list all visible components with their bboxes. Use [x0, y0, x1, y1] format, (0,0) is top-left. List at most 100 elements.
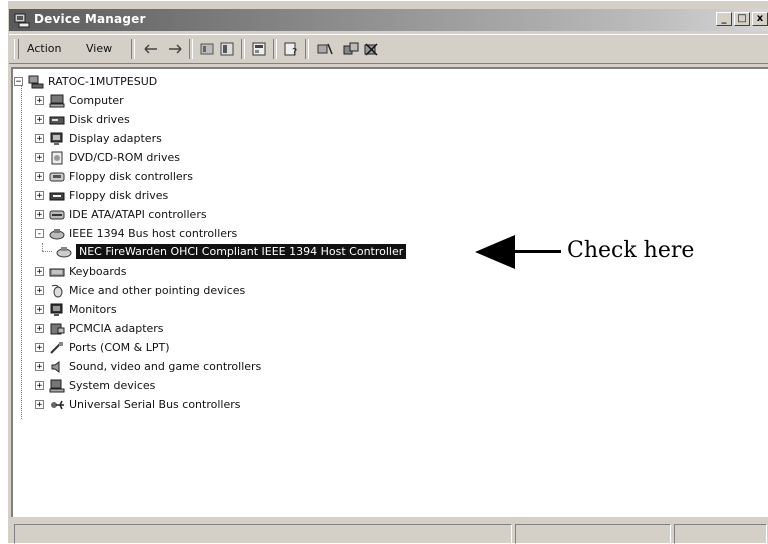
- tree-item-label: Monitors: [69, 303, 117, 316]
- tree-item-ide-controllers[interactable]: + IDE ATA/ATAPI controllers: [35, 205, 207, 224]
- toolbar-separator: [241, 39, 245, 59]
- port-icon: [50, 341, 63, 354]
- tree-item-computer[interactable]: + Computer: [35, 91, 124, 110]
- tree-item-label: PCMCIA adapters: [69, 322, 164, 335]
- scan-hardware-icon[interactable]: [317, 41, 333, 57]
- tree-item-system-devices[interactable]: + System devices: [35, 376, 155, 395]
- expand-expander[interactable]: +: [35, 324, 44, 334]
- tree-connector: [42, 251, 52, 252]
- toolbar-separator: [305, 39, 309, 59]
- expand-expander[interactable]: +: [35, 305, 44, 315]
- expand-expander[interactable]: +: [35, 191, 44, 201]
- tree-item-disk-drives[interactable]: + Disk drives: [35, 110, 130, 129]
- tree-item-keyboards[interactable]: + Keyboards: [35, 262, 126, 281]
- expand-expander[interactable]: +: [35, 96, 44, 106]
- device-tree[interactable]: − RATOC-1MUTPESUD + Computer + Disk driv…: [11, 67, 768, 517]
- expand-expander[interactable]: +: [35, 210, 44, 220]
- tree-item-pcmcia-adapters[interactable]: + PCMCIA adapters: [35, 319, 164, 338]
- show-hide-tree-icon[interactable]: [219, 41, 235, 57]
- status-panel-main: [14, 524, 512, 544]
- tree-root-label: RATOC-1MUTPESUD: [48, 75, 158, 88]
- computer-icon: [49, 94, 65, 107]
- tree-item-label: Mice and other pointing devices: [69, 284, 246, 297]
- cdrom-icon: [51, 151, 63, 164]
- toolbar-separator: [131, 39, 135, 59]
- keyboard-icon: [49, 268, 65, 276]
- help-icon[interactable]: ?: [283, 41, 299, 57]
- expand-expander[interactable]: +: [35, 343, 44, 353]
- floppy-drive-icon: [49, 192, 65, 200]
- menu-action[interactable]: Action: [27, 42, 61, 55]
- ieee1394-device-icon: [56, 246, 72, 257]
- expand-expander[interactable]: +: [35, 381, 44, 391]
- monitor-icon: [50, 303, 63, 316]
- tree-item-label: Floppy disk controllers: [69, 170, 193, 183]
- minimize-button[interactable]: _: [716, 12, 732, 26]
- tree-item-monitors[interactable]: + Monitors: [35, 300, 117, 319]
- expand-expander[interactable]: +: [35, 400, 44, 410]
- expand-expander[interactable]: +: [35, 153, 44, 163]
- tree-item-label: Keyboards: [69, 265, 127, 278]
- tree-item-mice[interactable]: + Mice and other pointing devices: [35, 281, 245, 300]
- tree-item-ports[interactable]: + Ports (COM & LPT): [35, 338, 170, 357]
- ieee1394-icon: [49, 228, 65, 239]
- collapse-expander[interactable]: -: [35, 229, 44, 239]
- tree-item-nec-firewarden-controller[interactable]: NEC FireWarden OHCI Compliant IEEE 1394 …: [56, 242, 407, 261]
- selected-device-label: NEC FireWarden OHCI Compliant IEEE 1394 …: [76, 244, 407, 259]
- properties-icon[interactable]: [251, 41, 267, 57]
- back-arrow-icon[interactable]: [143, 41, 159, 57]
- status-panel-middle: [515, 524, 671, 544]
- toolbar-separator: [273, 39, 277, 59]
- uninstall-icon[interactable]: [363, 41, 379, 57]
- toolbar-grip[interactable]: [14, 39, 19, 59]
- tree-item-display-adapters[interactable]: + Display adapters: [35, 129, 162, 148]
- tree-item-label: Floppy disk drives: [69, 189, 169, 202]
- mouse-icon: [51, 284, 63, 297]
- device-manager-app-icon: [14, 13, 30, 28]
- collapse-expander[interactable]: −: [14, 77, 23, 87]
- tree-item-dvd-cdrom-drives[interactable]: + DVD/CD-ROM drives: [35, 148, 180, 167]
- tree-item-sound-video-game[interactable]: + Sound, video and game controllers: [35, 357, 261, 376]
- sound-icon: [51, 360, 60, 373]
- update-driver-icon[interactable]: [343, 41, 359, 57]
- status-panel-right: [674, 524, 767, 544]
- title-bar[interactable]: Device Manager _ □ x: [9, 9, 768, 31]
- tree-item-label: DVD/CD-ROM drives: [69, 151, 180, 164]
- tree-item-label: Universal Serial Bus controllers: [69, 398, 241, 411]
- toolbar-separator: [189, 39, 193, 59]
- tree-item-floppy-disk-drives[interactable]: + Floppy disk drives: [35, 186, 168, 205]
- usb-icon: [51, 400, 64, 409]
- tree-item-label: System devices: [69, 379, 156, 392]
- tree-item-label: Ports (COM & LPT): [69, 341, 170, 354]
- tree-connector: [42, 243, 43, 251]
- up-folder-icon[interactable]: [199, 41, 215, 57]
- tree-item-label: Computer: [69, 94, 124, 107]
- tree-item-label: Sound, video and game controllers: [69, 360, 262, 373]
- tree-item-floppy-disk-controllers[interactable]: + Floppy disk controllers: [35, 167, 193, 186]
- expand-expander[interactable]: +: [35, 115, 44, 125]
- expand-expander[interactable]: +: [35, 134, 44, 144]
- tree-item-usb-controllers[interactable]: + Universal Serial Bus controllers: [35, 395, 240, 414]
- maximize-button[interactable]: □: [734, 12, 750, 26]
- expand-expander[interactable]: +: [35, 286, 44, 296]
- system-device-icon: [49, 379, 65, 392]
- tree-item-label: IDE ATA/ATAPI controllers: [69, 208, 207, 221]
- display-adapter-icon: [50, 132, 63, 145]
- expand-expander[interactable]: +: [35, 267, 44, 277]
- callout-arrow-icon: [475, 235, 561, 269]
- tree-item-label: IEEE 1394 Bus host controllers: [69, 227, 238, 240]
- tree-item-ieee1394-controllers[interactable]: - IEEE 1394 Bus host controllers: [35, 224, 237, 243]
- status-bar: [9, 521, 768, 544]
- toolbar: Action View ?: [9, 34, 768, 64]
- forward-arrow-icon[interactable]: [167, 41, 183, 57]
- menu-view[interactable]: View: [86, 42, 112, 55]
- tree-connector: [21, 85, 22, 419]
- tree-item-label: Display adapters: [69, 132, 162, 145]
- tree-root[interactable]: − RATOC-1MUTPESUD: [14, 72, 157, 91]
- callout-label: Check here: [567, 238, 695, 263]
- expand-expander[interactable]: +: [35, 172, 44, 182]
- close-button[interactable]: x: [752, 12, 768, 26]
- expand-expander[interactable]: +: [35, 362, 44, 372]
- window-controls: _ □ x: [716, 12, 768, 26]
- ide-controller-icon: [49, 210, 65, 219]
